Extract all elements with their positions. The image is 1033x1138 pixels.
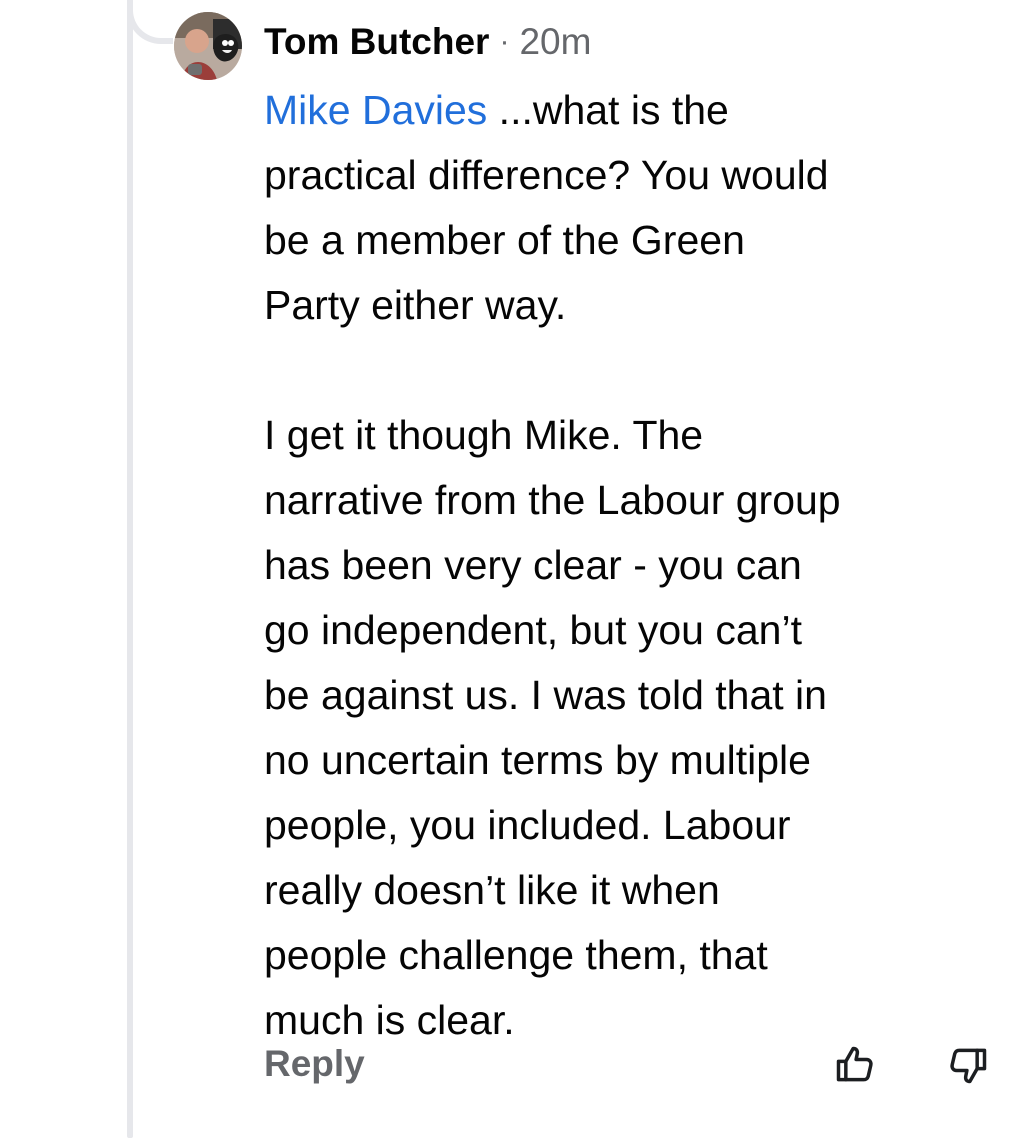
meta-separator: · (499, 25, 510, 58)
reply-button[interactable]: Reply (264, 1036, 365, 1092)
comment-line: people, you included. Labour (264, 802, 791, 848)
comment-text-segment: ...what is the (487, 87, 729, 133)
comment-body: Mike Davies ...what is the practical dif… (264, 78, 1016, 1053)
comment-line: be a member of the Green (264, 217, 745, 263)
comment-paragraph-1: Mike Davies ...what is the practical dif… (264, 78, 1016, 338)
comment-line: narrative from the Labour group (264, 477, 841, 523)
comment-line: I get it though Mike. The (264, 412, 704, 458)
comment-line: go independent, but you can’t (264, 607, 802, 653)
comment-line: has been very clear - you can (264, 542, 802, 588)
avatar[interactable] (174, 12, 242, 80)
comment-line: Party either way. (264, 282, 567, 328)
thread-connector (127, 0, 173, 44)
upvote-button[interactable] (826, 1036, 884, 1094)
thumbs-up-icon (833, 1043, 877, 1087)
comment-line: Mike Davies ...what is the (264, 78, 1016, 143)
comment-header: Tom Butcher · 20m (264, 16, 591, 68)
thread-line (127, 0, 133, 1138)
comment-time[interactable]: 20m (519, 16, 591, 68)
comment-line: be against us. I was told that in (264, 672, 827, 718)
downvote-button[interactable] (939, 1036, 997, 1094)
mentioned-user-link[interactable]: Mike Davies (264, 87, 487, 133)
comment-thread: Tom Butcher · 20m Mike Davies ...what is… (0, 0, 1033, 1138)
comment-line: no uncertain terms by multiple (264, 737, 811, 783)
comment-line: much is clear. (264, 997, 515, 1043)
comment-line: really doesn’t like it when (264, 867, 720, 913)
thumbs-down-icon (946, 1043, 990, 1087)
comment-paragraph-2: I get it though Mike. The narrative from… (264, 403, 1016, 1053)
comment-line: practical difference? You would (264, 152, 829, 198)
author-name[interactable]: Tom Butcher (264, 16, 489, 68)
comment-line: people challenge them, that (264, 932, 768, 978)
